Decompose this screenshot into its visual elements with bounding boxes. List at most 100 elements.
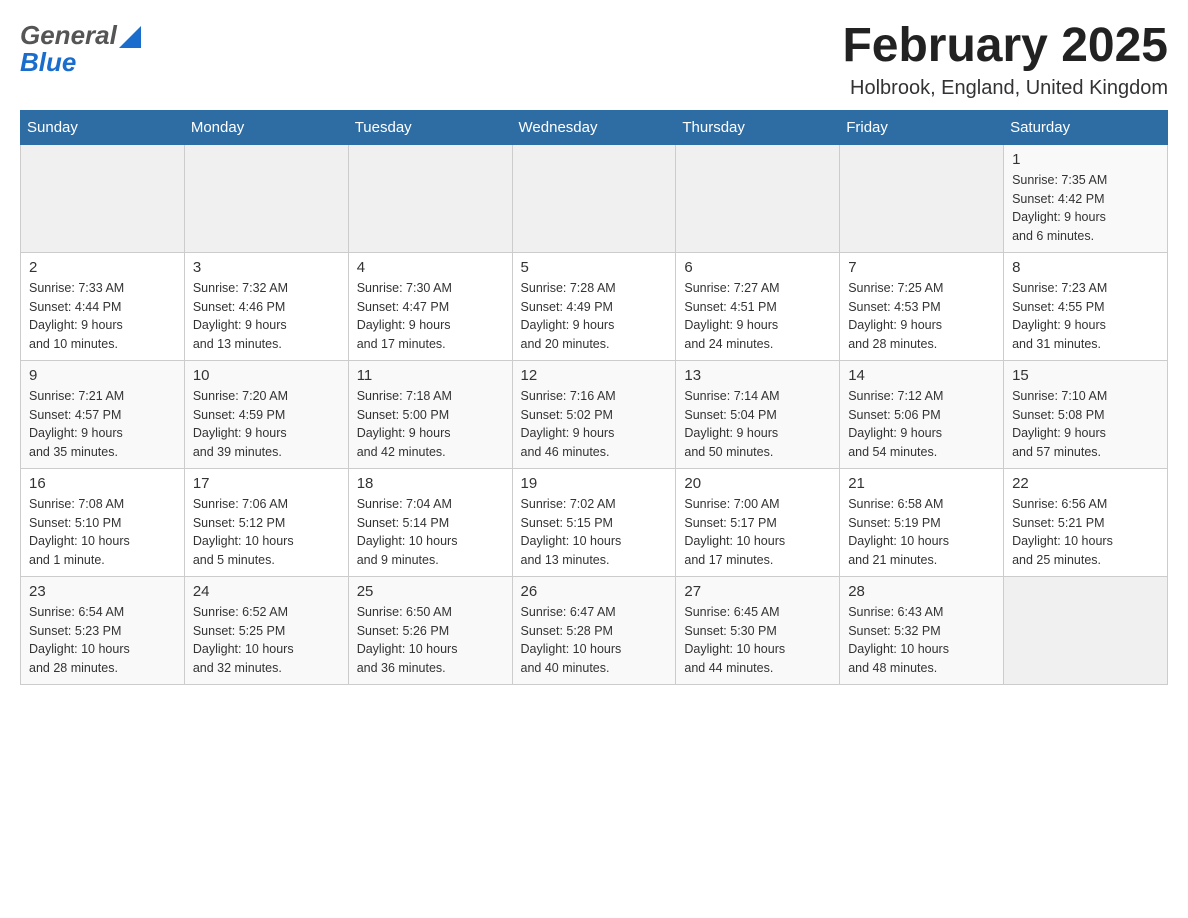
day-info: Sunrise: 7:33 AM Sunset: 4:44 PM Dayligh… [29, 279, 176, 354]
day-info: Sunrise: 7:20 AM Sunset: 4:59 PM Dayligh… [193, 387, 340, 462]
header-wednesday: Wednesday [512, 110, 676, 144]
day-number: 21 [848, 475, 995, 492]
table-row: 10Sunrise: 7:20 AM Sunset: 4:59 PM Dayli… [184, 360, 348, 468]
day-number: 6 [684, 259, 831, 276]
title-section: February 2025 Holbrook, England, United … [842, 20, 1168, 100]
logo: General Blue [20, 20, 141, 78]
day-number: 8 [1012, 259, 1159, 276]
day-info: Sunrise: 6:56 AM Sunset: 5:21 PM Dayligh… [1012, 495, 1159, 570]
month-title: February 2025 [842, 20, 1168, 73]
table-row [512, 144, 676, 252]
calendar-week-4: 16Sunrise: 7:08 AM Sunset: 5:10 PM Dayli… [21, 468, 1168, 576]
header-monday: Monday [184, 110, 348, 144]
day-number: 20 [684, 475, 831, 492]
day-info: Sunrise: 6:54 AM Sunset: 5:23 PM Dayligh… [29, 603, 176, 678]
location-text: Holbrook, England, United Kingdom [842, 77, 1168, 100]
day-info: Sunrise: 7:18 AM Sunset: 5:00 PM Dayligh… [357, 387, 504, 462]
day-number: 13 [684, 367, 831, 384]
day-number: 9 [29, 367, 176, 384]
table-row: 28Sunrise: 6:43 AM Sunset: 5:32 PM Dayli… [840, 576, 1004, 684]
table-row: 22 Sunrise: 6:56 AM Sunset: 5:21 PM Dayli… [1004, 468, 1168, 576]
table-row [21, 144, 185, 252]
table-row: 13 Sunrise: 7:14 AM Sunset: 5:04 PM Dayli… [676, 360, 840, 468]
day-info: Sunrise: 7:02 AM Sunset: 5:15 PM Dayligh… [521, 495, 668, 570]
day-number: 26 [521, 583, 668, 600]
table-row: 2 Sunrise: 7:33 AM Sunset: 4:44 PM Daylig… [21, 252, 185, 360]
logo-triangle-icon [119, 26, 141, 48]
day-number: 27 [684, 583, 831, 600]
table-row: 11Sunrise: 7:18 AM Sunset: 5:00 PM Dayli… [348, 360, 512, 468]
table-row: 20 Sunrise: 7:00 AM Sunset: 5:17 PM Dayli… [676, 468, 840, 576]
day-number: 5 [521, 259, 668, 276]
table-row: 12 Sunrise: 7:16 AM Sunset: 5:02 PM Dayli… [512, 360, 676, 468]
table-row: 25 Sunrise: 6:50 AM Sunset: 5:26 PM Dayli… [348, 576, 512, 684]
day-number: 19 [521, 475, 668, 492]
table-row: 21 Sunrise: 6:58 AM Sunset: 5:19 PM Dayli… [840, 468, 1004, 576]
day-info: Sunrise: 7:14 AM Sunset: 5:04 PM Dayligh… [684, 387, 831, 462]
table-row: 3 Sunrise: 7:32 AM Sunset: 4:46 PM Daylig… [184, 252, 348, 360]
page-header: General Blue February 2025 Holbrook, Eng… [20, 20, 1168, 100]
day-info: Sunrise: 7:04 AM Sunset: 5:14 PM Dayligh… [357, 495, 504, 570]
table-row: 26 Sunrise: 6:47 AM Sunset: 5:28 PM Dayli… [512, 576, 676, 684]
calendar-header-row: Sunday Monday Tuesday Wednesday Thursday… [21, 110, 1168, 144]
header-friday: Friday [840, 110, 1004, 144]
day-info: Sunrise: 6:47 AM Sunset: 5:28 PM Dayligh… [521, 603, 668, 678]
logo-blue-text: Blue [20, 47, 76, 78]
day-info: Sunrise: 6:52 AM Sunset: 5:25 PM Dayligh… [193, 603, 340, 678]
table-row: 8 Sunrise: 7:23 AM Sunset: 4:55 PM Daylig… [1004, 252, 1168, 360]
calendar-week-1: 1 Sunrise: 7:35 AM Sunset: 4:42 PM Daylig… [21, 144, 1168, 252]
table-row: 18 Sunrise: 7:04 AM Sunset: 5:14 PM Dayli… [348, 468, 512, 576]
calendar-week-5: 23Sunrise: 6:54 AM Sunset: 5:23 PM Dayli… [21, 576, 1168, 684]
day-info: Sunrise: 6:50 AM Sunset: 5:26 PM Dayligh… [357, 603, 504, 678]
table-row: 4 Sunrise: 7:30 AM Sunset: 4:47 PM Daylig… [348, 252, 512, 360]
table-row: 5 Sunrise: 7:28 AM Sunset: 4:49 PM Daylig… [512, 252, 676, 360]
day-number: 2 [29, 259, 176, 276]
table-row: 1 Sunrise: 7:35 AM Sunset: 4:42 PM Daylig… [1004, 144, 1168, 252]
header-thursday: Thursday [676, 110, 840, 144]
day-number: 3 [193, 259, 340, 276]
day-info: Sunrise: 6:43 AM Sunset: 5:32 PM Dayligh… [848, 603, 995, 678]
table-row: 7Sunrise: 7:25 AM Sunset: 4:53 PM Daylig… [840, 252, 1004, 360]
day-info: Sunrise: 7:30 AM Sunset: 4:47 PM Dayligh… [357, 279, 504, 354]
day-number: 22 [1012, 475, 1159, 492]
table-row: 14 Sunrise: 7:12 AM Sunset: 5:06 PM Dayli… [840, 360, 1004, 468]
day-number: 16 [29, 475, 176, 492]
table-row: 16Sunrise: 7:08 AM Sunset: 5:10 PM Dayli… [21, 468, 185, 576]
day-info: Sunrise: 7:23 AM Sunset: 4:55 PM Dayligh… [1012, 279, 1159, 354]
calendar-table: Sunday Monday Tuesday Wednesday Thursday… [20, 110, 1168, 685]
table-row [184, 144, 348, 252]
day-info: Sunrise: 7:35 AM Sunset: 4:42 PM Dayligh… [1012, 171, 1159, 246]
table-row [348, 144, 512, 252]
header-sunday: Sunday [21, 110, 185, 144]
table-row: 17Sunrise: 7:06 AM Sunset: 5:12 PM Dayli… [184, 468, 348, 576]
day-info: Sunrise: 7:28 AM Sunset: 4:49 PM Dayligh… [521, 279, 668, 354]
day-info: Sunrise: 7:12 AM Sunset: 5:06 PM Dayligh… [848, 387, 995, 462]
table-row: 15Sunrise: 7:10 AM Sunset: 5:08 PM Dayli… [1004, 360, 1168, 468]
table-row: 19 Sunrise: 7:02 AM Sunset: 5:15 PM Dayli… [512, 468, 676, 576]
day-number: 15 [1012, 367, 1159, 384]
header-saturday: Saturday [1004, 110, 1168, 144]
day-info: Sunrise: 7:32 AM Sunset: 4:46 PM Dayligh… [193, 279, 340, 354]
day-number: 24 [193, 583, 340, 600]
day-number: 12 [521, 367, 668, 384]
calendar-week-2: 2 Sunrise: 7:33 AM Sunset: 4:44 PM Daylig… [21, 252, 1168, 360]
day-info: Sunrise: 7:27 AM Sunset: 4:51 PM Dayligh… [684, 279, 831, 354]
day-number: 25 [357, 583, 504, 600]
table-row: 6 Sunrise: 7:27 AM Sunset: 4:51 PM Daylig… [676, 252, 840, 360]
day-number: 14 [848, 367, 995, 384]
day-info: Sunrise: 6:45 AM Sunset: 5:30 PM Dayligh… [684, 603, 831, 678]
day-number: 1 [1012, 151, 1159, 168]
day-info: Sunrise: 7:16 AM Sunset: 5:02 PM Dayligh… [521, 387, 668, 462]
table-row [676, 144, 840, 252]
day-number: 7 [848, 259, 995, 276]
table-row: 9 Sunrise: 7:21 AM Sunset: 4:57 PM Daylig… [21, 360, 185, 468]
day-info: Sunrise: 7:00 AM Sunset: 5:17 PM Dayligh… [684, 495, 831, 570]
day-number: 17 [193, 475, 340, 492]
table-row: 24 Sunrise: 6:52 AM Sunset: 5:25 PM Dayli… [184, 576, 348, 684]
day-info: Sunrise: 6:58 AM Sunset: 5:19 PM Dayligh… [848, 495, 995, 570]
table-row: 27 Sunrise: 6:45 AM Sunset: 5:30 PM Dayli… [676, 576, 840, 684]
day-number: 4 [357, 259, 504, 276]
day-info: Sunrise: 7:21 AM Sunset: 4:57 PM Dayligh… [29, 387, 176, 462]
day-number: 18 [357, 475, 504, 492]
table-row [1004, 576, 1168, 684]
